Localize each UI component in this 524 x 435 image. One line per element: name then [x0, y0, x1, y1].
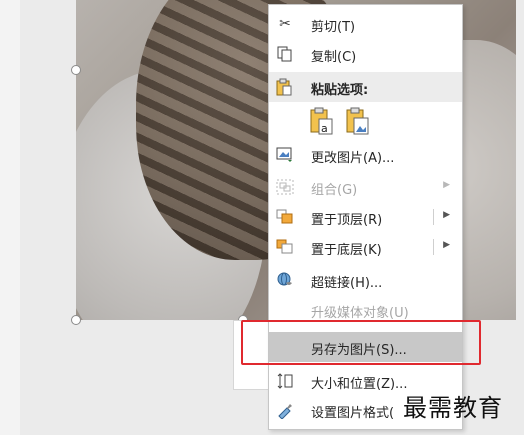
menu-item-send-to-back[interactable]: 置于底层(K) ▶	[269, 234, 462, 260]
copy-icon	[275, 45, 295, 63]
bring-to-front-icon	[275, 208, 295, 226]
hyperlink-icon	[275, 271, 295, 289]
menu-item-hyperlink[interactable]: 超链接(H)...	[269, 267, 462, 293]
highlight-annotation-box	[241, 320, 481, 365]
paste-options-header: 粘贴选项:	[269, 72, 462, 102]
menu-item-cut[interactable]: ✂ 剪切(T)	[269, 11, 462, 37]
size-position-icon	[275, 372, 295, 390]
format-picture-icon	[275, 401, 295, 419]
menu-item-copy[interactable]: 复制(C)	[269, 41, 462, 67]
menu-item-group[interactable]: 组合(G) ▶	[269, 174, 462, 200]
slide-pane-edge	[0, 0, 20, 435]
paste-picture-icon[interactable]	[345, 107, 369, 135]
menu-item-bring-to-front[interactable]: 置于顶层(R) ▶	[269, 204, 462, 230]
submenu-arrow-icon[interactable]: ▶	[443, 210, 450, 220]
split-divider	[433, 209, 434, 225]
change-picture-icon	[275, 146, 295, 164]
svg-text:a: a	[321, 122, 328, 135]
resize-handle-left[interactable]	[71, 65, 81, 75]
submenu-arrow-icon: ▶	[443, 180, 450, 190]
context-menu: ✂ 剪切(T) 复制(C) 粘贴选项: a 更改图片(A)... 组合(G) ▶	[268, 4, 463, 430]
send-to-back-icon	[275, 238, 295, 256]
split-divider	[433, 239, 434, 255]
group-icon	[275, 178, 295, 196]
scissors-icon: ✂	[279, 16, 291, 32]
watermark-text: 最需教育	[403, 394, 503, 422]
resize-handle-bottom-left[interactable]	[71, 315, 81, 325]
submenu-arrow-icon[interactable]: ▶	[443, 240, 450, 250]
clipboard-icon	[275, 78, 293, 100]
paste-keep-text-icon[interactable]: a	[309, 107, 333, 135]
menu-item-change-picture[interactable]: 更改图片(A)...	[269, 142, 462, 168]
